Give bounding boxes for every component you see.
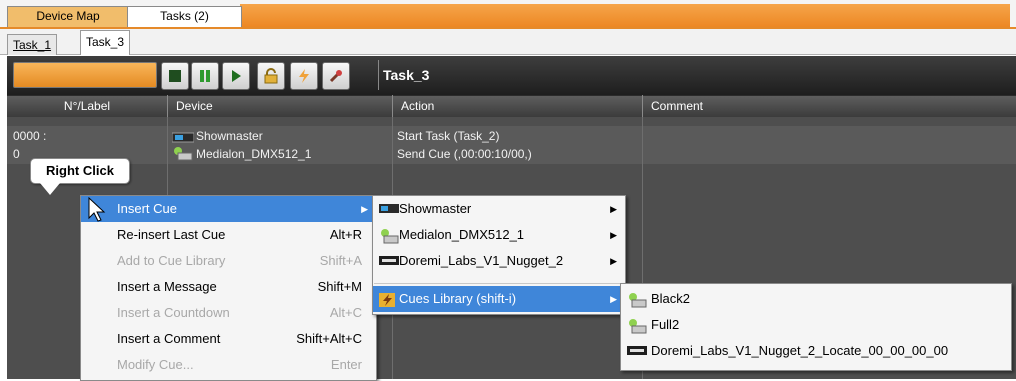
submenu-arrow-icon: ▶ [610, 294, 617, 304]
edit-button[interactable] [322, 62, 350, 90]
dmx-device-icon [381, 229, 399, 244]
submenu-medialon-dmx[interactable]: Medialon_DMX512_1 ▶ [373, 222, 625, 248]
play-icon [232, 70, 241, 82]
menu-item-label: Insert a Comment [117, 331, 221, 346]
mouse-cursor-icon [88, 197, 106, 222]
menu-insert-cue[interactable]: Insert Cue ▶ [81, 196, 376, 222]
menu-reinsert-last-cue[interactable]: Re-insert Last Cue Alt+R [81, 222, 376, 248]
submenu-arrow-icon: ▶ [361, 204, 368, 214]
lock-button[interactable] [257, 62, 285, 90]
task-toolbar [7, 56, 1016, 95]
cue-label: Full2 [651, 317, 680, 332]
row-1-device-label: Medialon_DMX512_1 [196, 147, 312, 161]
lightning-icon [299, 69, 309, 83]
submenu-separator [374, 283, 622, 284]
submenu-item-label: Doremi_Labs_V1_Nugget_2 [399, 253, 564, 268]
column-header-label[interactable]: N°/Label [7, 95, 167, 117]
menu-item-label: Add to Cue Library [117, 253, 226, 268]
menu-modify-cue[interactable]: Modify Cue... Enter [81, 352, 376, 378]
pause-icon [200, 70, 210, 82]
submenu-arrow-icon: ▶ [610, 204, 617, 214]
menu-item-label: Modify Cue... [117, 357, 194, 372]
submenu-arrow-icon: ▶ [610, 230, 617, 240]
menu-insert-comment[interactable]: Insert a Comment Shift+Alt+C [81, 326, 376, 352]
tab-task-1[interactable]: Task_1 [7, 34, 58, 55]
doremi-cue-icon [627, 346, 647, 355]
toolbar-divider [378, 60, 379, 90]
callout-tail [40, 183, 60, 195]
menu-item-label: Insert a Message [117, 279, 217, 294]
row-1-action: Send Cue (,00:00:10/00,) [397, 147, 532, 161]
column-header-device[interactable]: Device [167, 95, 401, 117]
tab-strip-fill [240, 4, 1010, 28]
menu-item-shortcut: Alt+R [329, 227, 362, 242]
menu-item-shortcut: Shift+M [317, 279, 362, 294]
row-1-label: 0 [13, 147, 20, 161]
cue-label: Black2 [651, 291, 691, 306]
submenu-item-label: Cues Library (shift-i) [399, 291, 517, 306]
row-0-device[interactable]: Showmaster [172, 128, 263, 144]
showmaster-device-icon [379, 204, 399, 213]
showmaster-device-icon [172, 132, 194, 143]
cue-full2[interactable]: Full2 [621, 312, 1011, 338]
submenu-item-label: Medialon_DMX512_1 [399, 227, 525, 242]
task-name-label: Task_3 [383, 67, 430, 83]
menu-insert-message[interactable]: Insert a Message Shift+M [81, 274, 376, 300]
submenu-cues-library[interactable]: Cues Library (shift-i) ▶ [373, 286, 625, 312]
pause-button[interactable] [191, 62, 219, 90]
wrench-icon [329, 70, 342, 83]
flash-button[interactable] [290, 62, 318, 90]
column-header-action[interactable]: Action [392, 95, 651, 117]
tab-task-3[interactable]: Task_3 [80, 30, 131, 55]
menu-item-label: Insert Cue [117, 201, 177, 216]
lock-icon [264, 68, 278, 84]
subtab-bar [0, 29, 1016, 55]
row-0-label: 0000 : [13, 129, 47, 143]
menu-insert-countdown[interactable]: Insert a Countdown Alt+C [81, 300, 376, 326]
dmx-cue-icon [629, 319, 647, 334]
menu-item-label: Insert a Countdown [117, 305, 230, 320]
menu-item-shortcut: Shift+Alt+C [296, 331, 362, 346]
cues-library-submenu: Black2 Full2 Doremi_Labs_V1_Nugget_2_Loc… [620, 283, 1012, 371]
stop-button[interactable] [161, 62, 189, 90]
menu-item-shortcut: Enter [330, 357, 362, 372]
cue-label: Doremi_Labs_V1_Nugget_2_Locate_00_00_00_… [651, 343, 949, 358]
column-header-comment[interactable]: Comment [642, 95, 1016, 117]
row-1-device[interactable]: Medialon_DMX512_1 [172, 145, 311, 161]
submenu-item-label: Showmaster [399, 201, 472, 216]
tab-tasks[interactable]: Tasks (2) [127, 6, 242, 27]
cue-black2[interactable]: Black2 [621, 286, 1011, 312]
menu-add-to-cue-library[interactable]: Add to Cue Library Shift+A [81, 248, 376, 274]
cue-doremi-locate[interactable]: Doremi_Labs_V1_Nugget_2_Locate_00_00_00_… [621, 338, 1011, 364]
stop-icon [169, 70, 181, 82]
device-submenu: Showmaster ▶ Medialon_DMX512_1 ▶ Doremi_… [372, 195, 626, 315]
dmx-device-icon [174, 147, 193, 161]
menu-item-label: Re-insert Last Cue [117, 227, 226, 242]
menu-item-shortcut: Shift+A [319, 253, 362, 268]
row-0-action: Start Task (Task_2) [397, 129, 500, 143]
play-button[interactable] [222, 62, 250, 90]
right-click-callout: Right Click [30, 158, 130, 184]
dmx-cue-icon [629, 293, 647, 308]
submenu-showmaster[interactable]: Showmaster ▶ [373, 196, 625, 222]
doremi-device-icon [379, 256, 399, 265]
submenu-arrow-icon: ▶ [610, 256, 617, 266]
cues-library-icon [379, 293, 395, 307]
tab-device-map[interactable]: Device Map [7, 6, 129, 27]
row-0-device-label: Showmaster [196, 129, 263, 143]
menu-item-shortcut: Alt+C [329, 305, 362, 320]
submenu-doremi-nugget[interactable]: Doremi_Labs_V1_Nugget_2 ▶ [373, 248, 625, 274]
task-progress-bar [13, 62, 157, 88]
context-menu: Insert Cue ▶ Re-insert Last Cue Alt+R Ad… [80, 195, 377, 381]
